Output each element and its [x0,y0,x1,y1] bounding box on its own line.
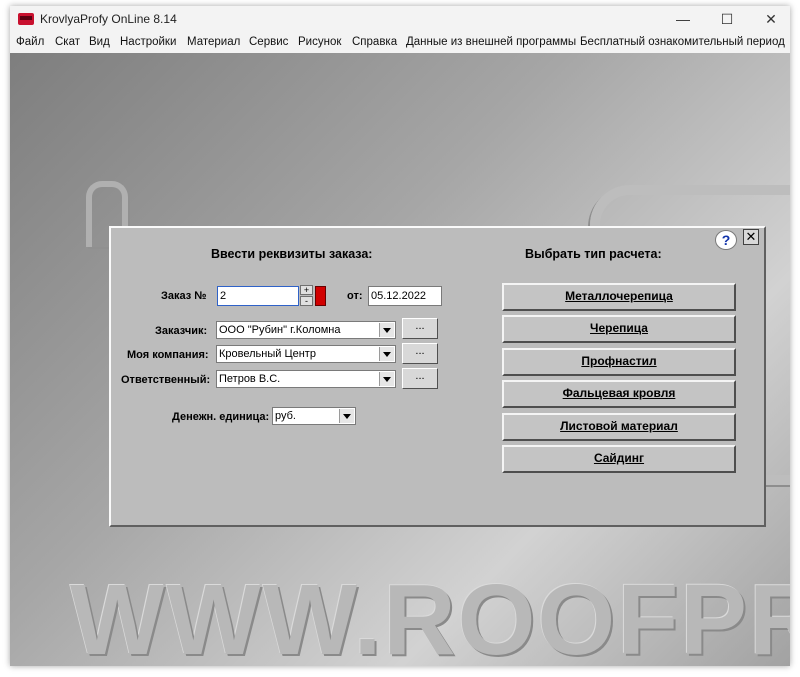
tile-button[interactable]: Черепица [502,315,736,343]
chevron-down-icon[interactable] [339,409,354,423]
siding-button[interactable]: Сайдинг [502,445,736,473]
currency-label: Денежн. единица: [172,411,270,423]
menu-file[interactable]: Файл [16,36,44,48]
chevron-down-icon[interactable] [379,347,394,361]
window-title: KrovlyaProfy OnLine 8.14 [40,12,177,26]
watermark-text: WWW.ROOFPRO [70,564,790,666]
company-label: Моя компания: [127,349,209,361]
company-combo[interactable]: Кровельный Центр [216,345,396,363]
help-icon[interactable]: ? [715,230,737,250]
customer-combo[interactable]: ООО "Рубин" г.Коломна [216,321,396,339]
chevron-down-icon[interactable] [379,323,394,337]
app-window: KrovlyaProfy OnLine 8.14 — ☐ ✕ Файл Скат… [10,6,790,666]
order-decrement-button[interactable]: - [300,296,313,306]
calc-type-heading: Выбрать тип расчета: [525,247,662,261]
currency-combo[interactable]: руб. [272,407,356,425]
maximize-button[interactable]: ☐ [704,6,750,33]
close-button[interactable]: ✕ [748,6,794,33]
order-increment-button[interactable]: + [300,285,313,295]
menu-slope[interactable]: Скат [55,36,80,48]
sheet-material-button[interactable]: Листовой материал [502,413,736,441]
title-bar: KrovlyaProfy OnLine 8.14 — ☐ ✕ [10,6,790,33]
menu-material[interactable]: Материал [187,36,240,48]
metal-tile-button[interactable]: Металлочерепица [502,283,736,311]
menu-trial[interactable]: Бесплатный ознакомительный период [580,36,785,48]
menu-service[interactable]: Сервис [249,36,288,48]
dialog-close-button[interactable]: ✕ [743,229,759,245]
order-dialog: Ввести реквизиты заказа: Выбрать тип рас… [109,226,766,527]
order-number-input[interactable]: 2 [217,286,299,306]
responsible-label: Ответственный: [121,374,211,386]
order-date-label: от: [347,290,363,302]
currency-value: руб. [275,410,296,422]
order-details-heading: Ввести реквизиты заказа: [211,247,373,261]
responsible-more-button[interactable]: ... [402,368,438,389]
responsible-value: Петров В.С. [219,373,281,385]
order-date-input[interactable]: 05.12.2022 [368,286,442,306]
seam-roof-button[interactable]: Фальцевая кровля [502,380,736,408]
menu-help[interactable]: Справка [352,36,397,48]
profiled-sheet-button[interactable]: Профнастил [502,348,736,376]
order-number-label: Заказ № [161,290,207,302]
menu-drawing[interactable]: Рисунок [298,36,341,48]
menu-settings[interactable]: Настройки [120,36,176,48]
menu-view[interactable]: Вид [89,36,110,48]
company-more-button[interactable]: ... [402,343,438,364]
app-logo-icon [18,13,34,25]
minimize-button[interactable]: — [660,6,706,33]
customer-label: Заказчик: [155,325,208,337]
workspace: WWW.ROOFPRO Ввести реквизиты заказа: Выб… [10,53,790,666]
customer-value: ООО "Рубин" г.Коломна [219,324,341,336]
company-value: Кровельный Центр [219,348,316,360]
menu-external-data[interactable]: Данные из внешней программы [406,36,576,48]
responsible-combo[interactable]: Петров В.С. [216,370,396,388]
customer-more-button[interactable]: ... [402,318,438,339]
order-clear-button[interactable] [315,286,326,306]
chevron-down-icon[interactable] [379,372,394,386]
menu-bar: Файл Скат Вид Настройки Материал Сервис … [10,33,790,53]
